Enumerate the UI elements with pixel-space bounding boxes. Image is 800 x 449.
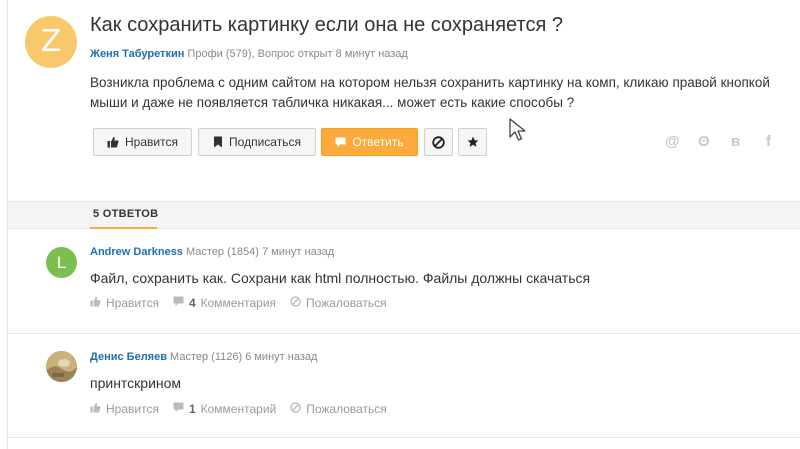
answer-author-avatar[interactable] <box>46 351 77 382</box>
avatar-photo-icon <box>46 351 77 382</box>
answer-comments-count: 1 <box>188 402 196 416</box>
bookmark-icon <box>213 136 223 148</box>
star-icon <box>467 136 479 148</box>
answer-author-avatar[interactable]: L <box>46 247 77 278</box>
answer-button-label: Ответить <box>352 135 404 149</box>
block-icon <box>432 135 445 149</box>
like-button-label: Нравится <box>125 135 178 149</box>
answer-report-button[interactable]: Пожаловаться <box>290 296 387 310</box>
like-button[interactable]: Нравится <box>93 128 192 156</box>
answer-text: принтскрином <box>90 375 182 391</box>
question-author-link[interactable]: Женя Табуреткин <box>90 48 184 60</box>
answer-like-button[interactable]: Нравится <box>90 296 159 310</box>
thumbs-up-icon <box>90 402 101 416</box>
answer-author-info: Мастер (1126) 6 минут назад <box>170 351 318 363</box>
answer-report-button[interactable]: Пожаловаться <box>290 402 387 416</box>
answer-divider <box>8 333 800 334</box>
answer-actions: Нравится 1 Комментарий Пожаловаться <box>90 402 401 416</box>
question-body: Возникла проблема с одним сайтом на кото… <box>90 75 770 110</box>
answer-report-label: Пожаловаться <box>306 296 387 310</box>
answer-meta: Andrew Darkness Мастер (1854) 7 минут на… <box>90 246 334 258</box>
answer-author-link[interactable]: Денис Беляев <box>90 351 167 363</box>
answer-text: Файл, сохранить как. Сохрани как html по… <box>90 270 591 286</box>
answers-tab-underline <box>90 227 157 229</box>
answer-comments-label: Комментария <box>200 296 277 310</box>
answer-divider <box>8 437 800 438</box>
comment-icon <box>335 137 346 148</box>
question-title: Как сохранить картинку если она не сохра… <box>90 14 563 36</box>
answer-author-info: Мастер (1854) 7 минут назад <box>186 246 335 258</box>
answer-like-label: Нравится <box>106 402 159 416</box>
comment-icon <box>173 402 184 416</box>
favorite-button[interactable] <box>458 128 487 156</box>
subscribe-button-label: Подписаться <box>229 135 301 149</box>
comment-icon <box>173 296 184 310</box>
answer-like-label: Нравится <box>106 296 159 310</box>
question-author-info: Профи (579), Вопрос открыт 8 минут назад <box>187 48 408 60</box>
answers-count-tab[interactable]: 5 ОТВЕТОВ <box>93 208 158 220</box>
question-author-avatar[interactable]: Z <box>25 16 77 68</box>
answer-comments-count: 4 <box>188 296 196 310</box>
subscribe-button[interactable]: Подписаться <box>198 128 316 156</box>
answer-author-link[interactable]: Andrew Darkness <box>90 246 183 258</box>
block-button[interactable] <box>424 128 453 156</box>
facebook-share-icon[interactable]: f <box>766 133 771 150</box>
block-icon <box>290 402 301 416</box>
answer-meta: Денис Беляев Мастер (1126) 6 минут назад <box>90 351 317 363</box>
vk-share-icon[interactable]: в <box>731 133 740 150</box>
answer-like-button[interactable]: Нравится <box>90 402 159 416</box>
answer-comments-button[interactable]: 4 Комментария <box>173 296 276 310</box>
question-meta: Женя Табуреткин Профи (579), Вопрос откр… <box>90 48 408 60</box>
mail-share-icon[interactable]: @ <box>665 133 680 150</box>
thumbs-up-icon <box>90 296 101 310</box>
answer-actions: Нравится 4 Комментария Пожаловаться <box>90 296 401 310</box>
odnoklassniki-share-icon[interactable]: ʘ <box>698 133 710 150</box>
answer-button[interactable]: Ответить <box>321 128 418 156</box>
answer-comments-label: Комментарий <box>200 402 277 416</box>
block-icon <box>290 296 301 310</box>
answer-comments-button[interactable]: 1 Комментарий <box>173 402 276 416</box>
answer-report-label: Пожаловаться <box>306 402 387 416</box>
mouse-cursor-icon <box>508 117 530 148</box>
thumbs-up-icon <box>107 136 119 148</box>
